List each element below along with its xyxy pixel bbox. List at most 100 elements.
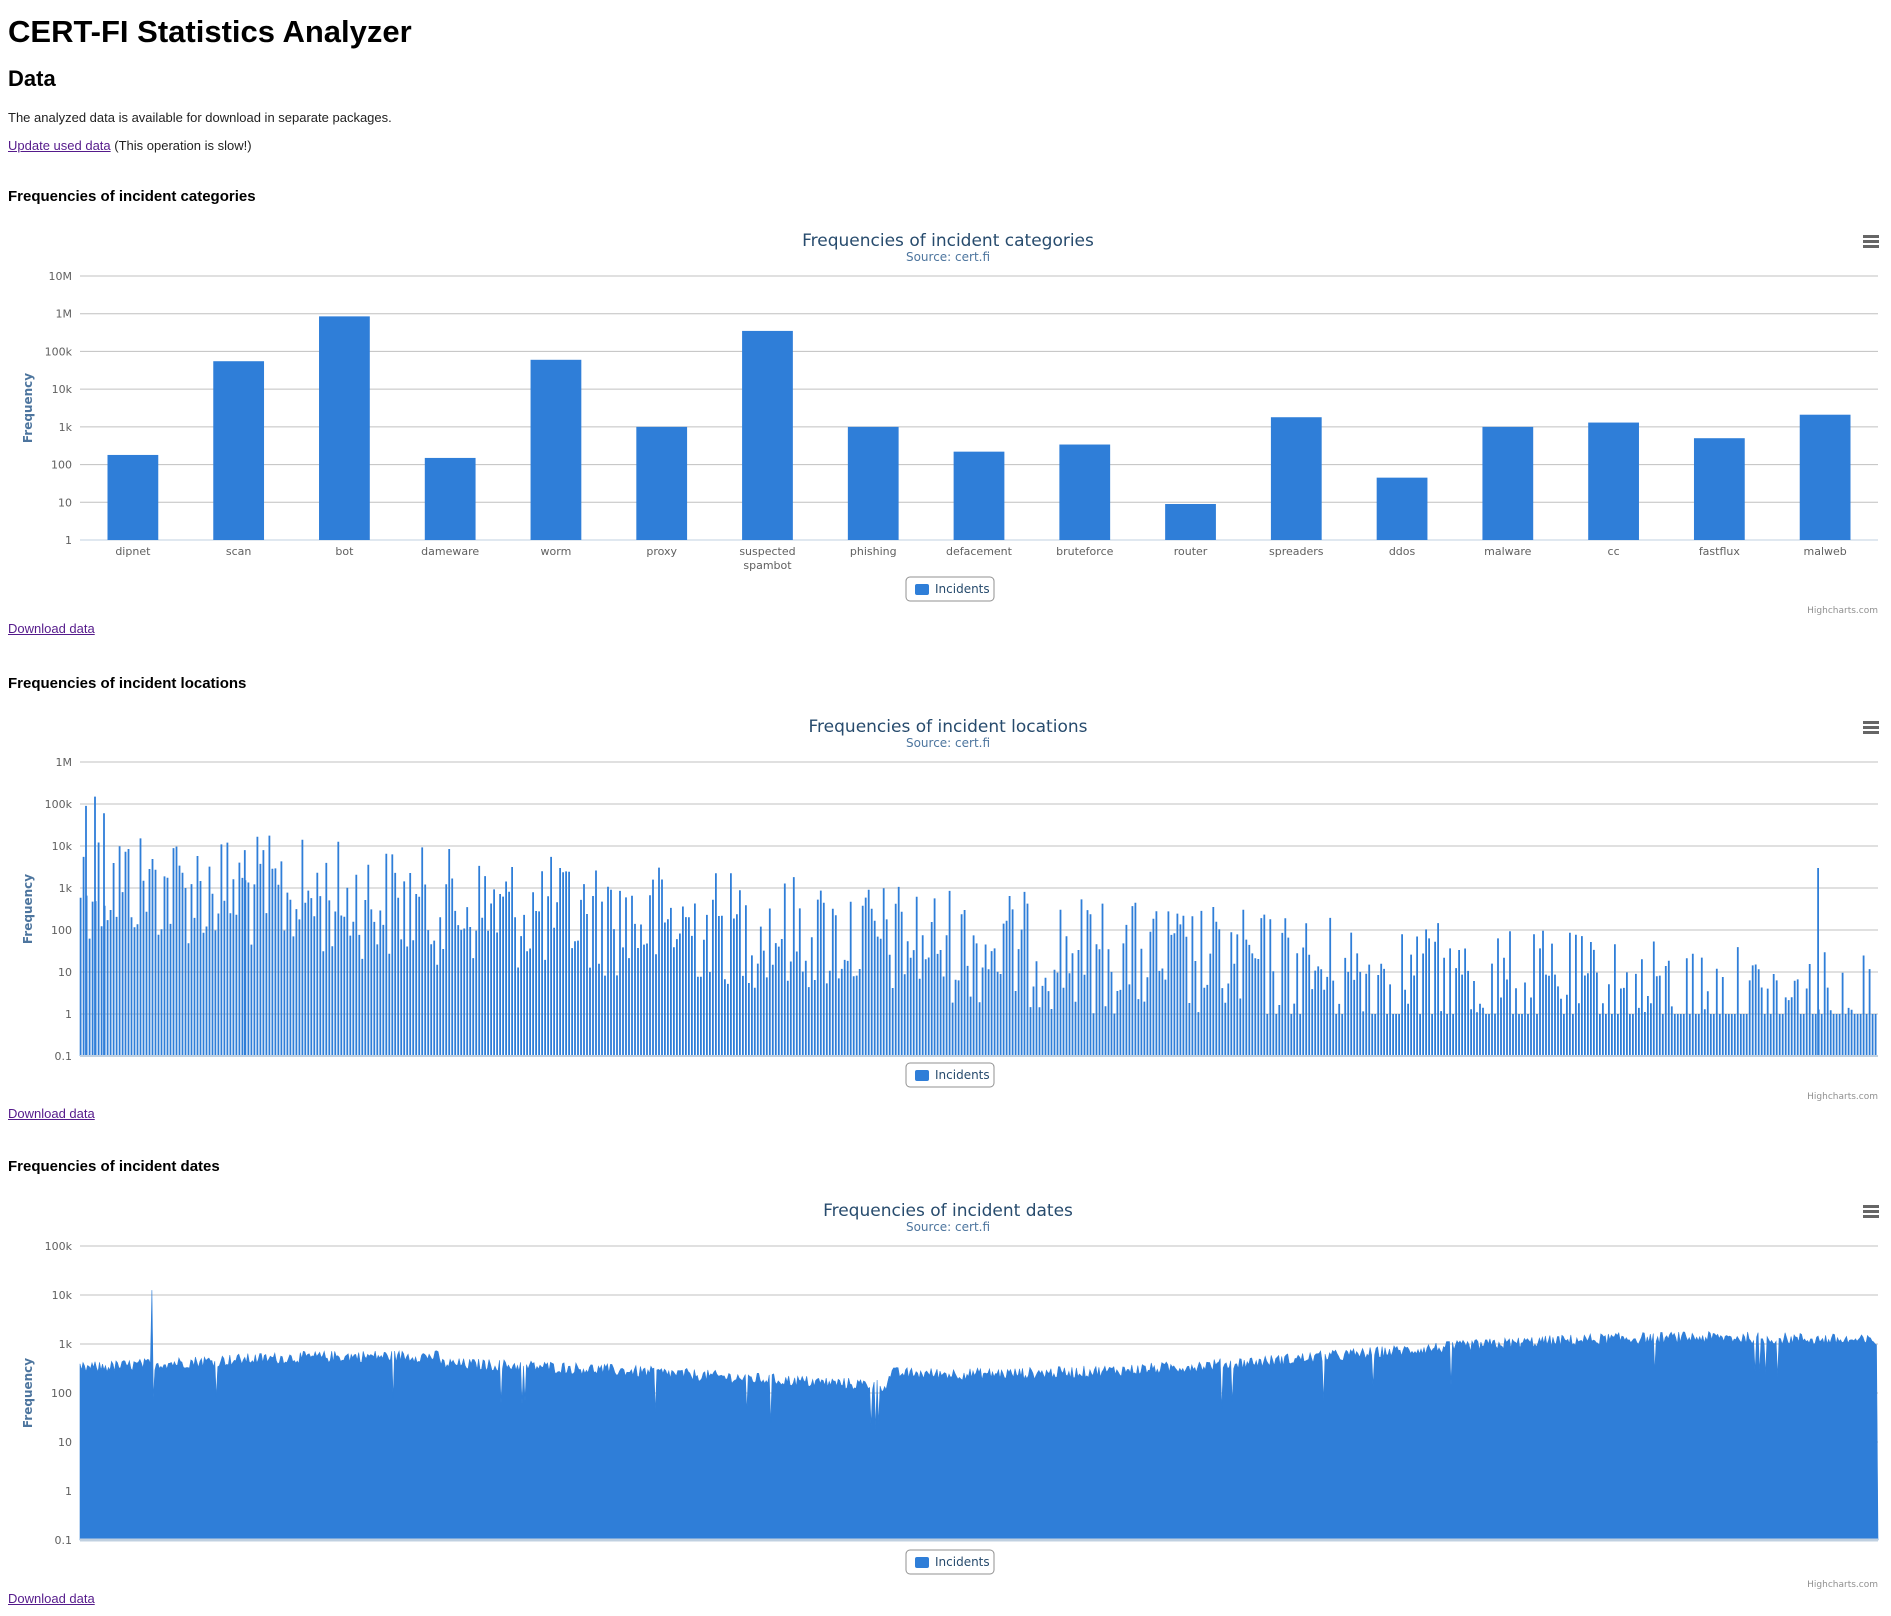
section-title: Data: [8, 66, 56, 91]
x-tick-label: cc: [1608, 545, 1620, 558]
x-tick-label: router: [1174, 545, 1208, 558]
dates-chart: Frequencies of incident dates Source: cer…: [8, 1195, 1883, 1590]
y-tick-label: 10k: [52, 1289, 73, 1302]
x-tick-label: spreaders: [1269, 545, 1324, 558]
x-tick-label: phishing: [850, 545, 897, 558]
bar-bot: [319, 316, 370, 540]
chart-title: Frequencies of incident categories: [802, 231, 1094, 251]
credits: Highcharts.com: [1807, 606, 1878, 616]
locations-chart: Frequencies of incident locations Source:…: [8, 711, 1883, 1102]
menu-line-1: [1863, 1210, 1879, 1213]
bar-malweb: [1799, 414, 1851, 540]
bar-dipnet: [107, 454, 159, 540]
legend-swatch: [915, 584, 929, 595]
y-tick-label: 10k: [52, 383, 73, 396]
y-tick-label: 100: [51, 924, 72, 937]
update-note: (This operation is slow!): [110, 138, 252, 153]
y-tick-label: 1k: [59, 882, 73, 895]
bar-phishing: [847, 426, 899, 540]
legend-item[interactable]: Incidents: [905, 1549, 995, 1575]
y-tick-label: 1M: [56, 756, 73, 769]
bar-router: [1165, 504, 1216, 540]
y-tick-label: 100: [51, 1387, 72, 1400]
legend-label: Incidents: [935, 582, 990, 596]
legend-swatch: [915, 1070, 929, 1081]
dates-heading: Frequencies of incident dates: [8, 1158, 220, 1175]
y-tick-label: 1: [65, 1008, 72, 1021]
y-tick-label: 1M: [56, 308, 73, 321]
series-incidents: [79, 796, 1877, 1056]
chart-menu-icon[interactable]: [1863, 235, 1879, 248]
menu-line-0: [1863, 1205, 1879, 1208]
legend-label: Incidents: [935, 1555, 990, 1569]
chart-subtitle: Source: cert.fi: [906, 736, 990, 750]
bar-dameware: [424, 457, 476, 540]
legend-swatch: [915, 1557, 929, 1568]
x-tick-label: worm: [541, 545, 572, 558]
menu-line-2: [1863, 245, 1879, 248]
y-tick-label: 10: [58, 496, 72, 509]
locations-chart-svg: Frequencies of incident locationsSource:…: [21, 717, 1879, 1102]
y-tick-label: 0.1: [55, 1050, 73, 1063]
categories-heading: Frequencies of incident categories: [8, 188, 256, 205]
menu-line-2: [1863, 731, 1879, 734]
y-tick-label: 1k: [59, 421, 73, 434]
legend-label: Incidents: [935, 1068, 990, 1082]
bar-cc: [1588, 422, 1639, 540]
legend-item[interactable]: Incidents: [905, 576, 995, 602]
page-title: CERT-FI Statistics Analyzer: [8, 14, 412, 49]
y-tick-label: 1k: [59, 1338, 73, 1351]
bar-bruteforce: [1059, 444, 1111, 540]
update-data-link[interactable]: Update used data: [8, 138, 111, 153]
chart-subtitle: Source: cert.fi: [906, 1220, 990, 1234]
credits: Highcharts.com: [1807, 1580, 1878, 1590]
x-tick-label: dipnet: [115, 545, 151, 558]
y-tick-label: 100k: [45, 1240, 73, 1253]
menu-line-0: [1863, 235, 1879, 238]
menu-line-1: [1863, 726, 1879, 729]
bar-suspected-spambot: [742, 330, 793, 540]
y-tick-label: 100: [51, 459, 72, 472]
x-tick-label: scan: [226, 545, 252, 558]
download-dates-link[interactable]: Download data: [8, 1591, 95, 1606]
x-tick-label: proxy: [646, 545, 677, 558]
menu-line-0: [1863, 721, 1879, 724]
y-tick-label: 10M: [49, 270, 73, 283]
bar-worm: [530, 359, 582, 540]
x-tick-label: malware: [1484, 545, 1532, 558]
y-axis-label: Frequency: [21, 1358, 35, 1428]
chart-title: Frequencies of incident dates: [823, 1201, 1073, 1221]
bar-spreaders: [1270, 417, 1322, 540]
x-tick-label: ddos: [1389, 545, 1416, 558]
locations-heading: Frequencies of incident locations: [8, 675, 247, 692]
series-incidents: [79, 1290, 1879, 1541]
menu-line-1: [1863, 240, 1879, 243]
y-tick-label: 1: [65, 1485, 72, 1498]
x-tick-label: defacement: [946, 545, 1013, 558]
bar-proxy: [636, 426, 688, 540]
y-tick-label: 0.1: [55, 1534, 73, 1547]
legend-item[interactable]: Incidents: [905, 1062, 995, 1088]
y-axis-label: Frequency: [21, 373, 35, 443]
chart-menu-icon[interactable]: [1863, 721, 1879, 734]
y-tick-label: 10k: [52, 840, 73, 853]
categories-chart: Frequencies of incident categories Source…: [8, 225, 1883, 616]
bar-defacement: [953, 451, 1005, 540]
x-tick-label: bruteforce: [1056, 545, 1113, 558]
bar-fastflux: [1693, 438, 1745, 540]
y-tick-label: 100k: [45, 345, 73, 358]
chart-menu-icon[interactable]: [1863, 1205, 1879, 1218]
intro-text: The analyzed data is available for downl…: [8, 110, 392, 125]
chart-subtitle: Source: cert.fi: [906, 250, 990, 264]
bar-malware: [1482, 426, 1534, 540]
x-tick-label: bot: [335, 545, 354, 558]
categories-chart-svg: Frequencies of incident categoriesSource…: [21, 231, 1879, 616]
bar-ddos: [1376, 477, 1428, 540]
x-tick-label: malweb: [1803, 545, 1846, 558]
y-tick-label: 10: [58, 1436, 72, 1449]
x-tick-label: spambot: [743, 559, 792, 572]
update-row: Update used data (This operation is slow…: [8, 138, 252, 153]
download-categories-link[interactable]: Download data: [8, 621, 95, 636]
download-locations-link[interactable]: Download data: [8, 1106, 95, 1121]
chart-title: Frequencies of incident locations: [809, 717, 1088, 737]
